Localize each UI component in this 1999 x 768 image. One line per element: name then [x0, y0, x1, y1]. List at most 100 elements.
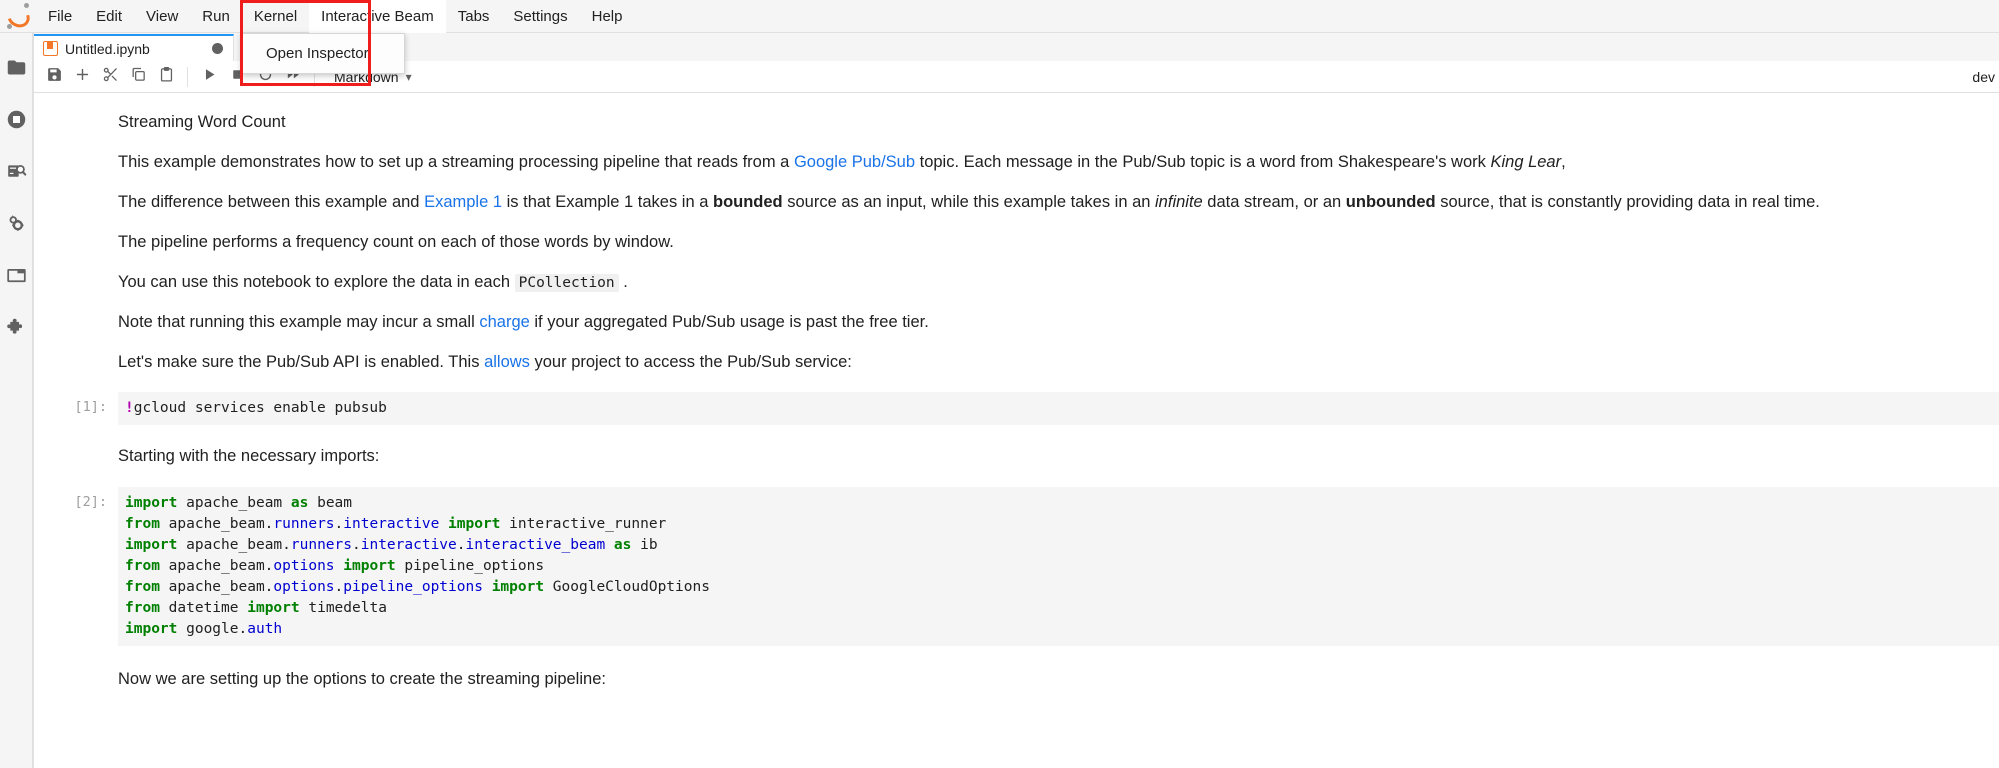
- cut-cell-button[interactable]: [96, 63, 124, 91]
- cell-prompt: [34, 231, 118, 236]
- code-token: interactive_beam: [466, 537, 606, 553]
- sidebar-item-extensions[interactable]: [0, 301, 33, 353]
- code-token: as: [614, 537, 631, 553]
- running-terminals-icon: [6, 109, 27, 130]
- code-token: import: [247, 600, 299, 616]
- cell-prompt: [1]:: [34, 392, 118, 418]
- code-token: timedelta: [300, 600, 387, 616]
- code-line: import apache_beam.runners.interactive.i…: [125, 535, 1998, 556]
- menu-tabs[interactable]: Tabs: [446, 0, 502, 33]
- code-line: from apache_beam.options.pipeline_option…: [125, 577, 1998, 598]
- text-run: Note that running this example may incur…: [118, 313, 479, 331]
- cell-prompt: [34, 111, 118, 116]
- code-token: auth: [247, 621, 282, 637]
- notebook-content: Streaming Word Count This example demons…: [34, 93, 1999, 768]
- document-tab-label: Untitled.ipynb: [65, 41, 186, 57]
- menu-run[interactable]: Run: [190, 0, 242, 33]
- dirty-indicator-icon[interactable]: [212, 43, 223, 54]
- text-run: topic. Each message in the Pub/Sub topic…: [915, 153, 1490, 171]
- markdown-cell-imports-intro[interactable]: Starting with the necessary imports:: [34, 429, 1999, 477]
- markdown-text: The difference between this example and …: [118, 191, 1969, 215]
- sidebar-item-running[interactable]: [0, 93, 33, 145]
- jupyterlab-window: File Edit View Run Kernel Interactive Be…: [0, 0, 1999, 768]
- link-charge[interactable]: charge: [479, 313, 529, 331]
- code-token: apache_beam.: [160, 579, 274, 595]
- markdown-cell-api[interactable]: Let's make sure the Pub/Sub API is enabl…: [34, 343, 1999, 383]
- code-token: interactive: [343, 516, 439, 532]
- code-token: runners: [273, 516, 334, 532]
- text-run: Let's make sure the Pub/Sub API is enabl…: [118, 353, 484, 371]
- save-button[interactable]: [40, 63, 68, 91]
- code-token: [483, 579, 492, 595]
- link-allows[interactable]: allows: [484, 353, 530, 371]
- text-run: This example demonstrates how to set up …: [118, 153, 794, 171]
- text-run: if your aggregated Pub/Sub usage is past…: [530, 313, 929, 331]
- tabs-icon: [6, 265, 27, 286]
- code-token: from: [125, 600, 160, 616]
- emphasis-infinite: infinite: [1155, 193, 1203, 211]
- code-token: import: [492, 579, 544, 595]
- menu-help[interactable]: Help: [580, 0, 635, 33]
- markdown-text: You can use this notebook to explore the…: [118, 271, 1969, 295]
- cell-prompt: [34, 191, 118, 196]
- menu-edit[interactable]: Edit: [84, 0, 134, 33]
- code-cell-gcloud[interactable]: [1]: !gcloud services enable pubsub: [34, 382, 1999, 429]
- sidebar-item-file-browser[interactable]: [0, 41, 33, 93]
- markdown-cell-intro[interactable]: This example demonstrates how to set up …: [34, 143, 1999, 183]
- code-token: interactive: [361, 537, 457, 553]
- sidebar-item-commands[interactable]: [0, 145, 33, 197]
- menu-settings[interactable]: Settings: [501, 0, 579, 33]
- insert-cell-button[interactable]: [68, 63, 96, 91]
- code-line: import google.auth: [125, 619, 1998, 640]
- code-token: pipeline_options: [343, 579, 483, 595]
- run-cell-button[interactable]: [195, 63, 223, 91]
- menu-kernel[interactable]: Kernel: [242, 0, 309, 33]
- markdown-cell-difference[interactable]: The difference between this example and …: [34, 183, 1999, 223]
- left-sidebar: [0, 33, 33, 768]
- markdown-cell-options-intro[interactable]: Now we are setting up the options to cre…: [34, 650, 1999, 700]
- code-editor[interactable]: import apache_beam as beamfrom apache_be…: [118, 487, 1999, 646]
- sidebar-item-open-tabs[interactable]: [0, 249, 33, 301]
- markdown-text: Note that running this example may incur…: [118, 311, 1969, 335]
- cell-prompt: [34, 271, 118, 276]
- menu-file[interactable]: File: [36, 0, 84, 33]
- code-token: apache_beam.: [177, 537, 291, 553]
- code-token: GoogleCloudOptions: [544, 579, 710, 595]
- code-line: from apache_beam.runners.interactive imp…: [125, 514, 1998, 535]
- code-token: .: [335, 579, 344, 595]
- sidebar-item-property-inspector[interactable]: [0, 197, 33, 249]
- copy-cell-button[interactable]: [124, 63, 152, 91]
- markdown-cell-frequency[interactable]: The pipeline performs a frequency count …: [34, 223, 1999, 263]
- markdown-cell-pcollection[interactable]: You can use this notebook to explore the…: [34, 263, 1999, 303]
- code-token: import: [448, 516, 500, 532]
- code-token: .: [335, 516, 344, 532]
- cell-prompt: [34, 668, 118, 673]
- menu-item-open-inspector[interactable]: Open Inspector: [242, 39, 404, 68]
- play-icon: [201, 66, 218, 88]
- markdown-text: This example demonstrates how to set up …: [118, 151, 1969, 175]
- code-token: pipeline_options: [396, 558, 544, 574]
- code-editor[interactable]: !gcloud services enable pubsub: [118, 392, 1999, 425]
- code-token: ib: [631, 537, 657, 553]
- document-tab-untitled[interactable]: Untitled.ipynb: [34, 34, 234, 61]
- paste-cell-button[interactable]: [152, 63, 180, 91]
- link-google-pubsub[interactable]: Google Pub/Sub: [794, 153, 915, 171]
- link-example-1[interactable]: Example 1: [424, 193, 502, 211]
- menu-view[interactable]: View: [134, 0, 190, 33]
- gears-icon: [5, 212, 27, 234]
- markdown-cell-title[interactable]: Streaming Word Count: [34, 103, 1999, 143]
- markdown-cell-charge[interactable]: Note that running this example may incur…: [34, 303, 1999, 343]
- code-token: interactive_runner: [500, 516, 666, 532]
- markdown-text: Streaming Word Count: [118, 111, 1969, 135]
- code-cell-imports[interactable]: [2]: import apache_beam as beamfrom apac…: [34, 477, 1999, 650]
- code-token: datetime: [160, 600, 247, 616]
- cell-prompt: [34, 151, 118, 156]
- menu-interactive-beam[interactable]: Interactive Beam: [309, 0, 446, 33]
- code-token: gcloud services enable pubsub: [134, 400, 387, 416]
- strong-unbounded: unbounded: [1346, 193, 1436, 211]
- emphasis-king-lear: King Lear: [1490, 153, 1561, 171]
- plus-icon: [74, 66, 91, 88]
- code-line: from apache_beam.options import pipeline…: [125, 556, 1998, 577]
- toolbar-separator: [187, 67, 188, 87]
- code-token: import: [125, 495, 177, 511]
